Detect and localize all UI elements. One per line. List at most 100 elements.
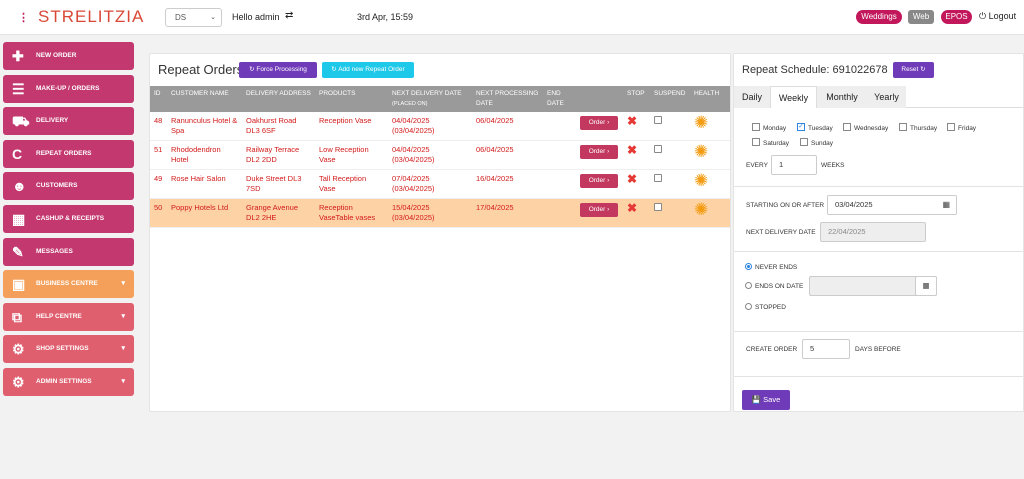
day-monday[interactable]: Monday [752, 123, 786, 133]
wednesday-checkbox[interactable] [843, 123, 851, 132]
divider [734, 331, 1024, 332]
weddings-button[interactable]: Weddings [856, 10, 902, 24]
sidebar-item-make-up-orders[interactable]: ☰ MAKE-UP / ORDERS [3, 74, 134, 103]
force-processing-button[interactable]: ↻ Force Processing [239, 62, 317, 78]
placed-on-date: (03/04/2025) [392, 184, 435, 193]
day-friday[interactable]: Friday [947, 123, 977, 133]
tab-monthly[interactable]: Monthly [817, 86, 867, 108]
epos-button[interactable]: EPOS [941, 10, 972, 24]
tuesday-checkbox-checked[interactable]: ✓ [797, 123, 805, 132]
refresh-icon: ↻ [920, 66, 926, 73]
order-button[interactable]: Order › [580, 203, 618, 217]
col-next-delivery-label: NEXT DELIVERY DATE [392, 90, 462, 97]
cell-customer[interactable]: Rhododendron Hotel [167, 140, 242, 170]
sidebar-item-cashup[interactable]: ▦ CASHUP & RECEIPTS [3, 204, 134, 233]
day-label: Friday [958, 125, 977, 132]
store-select[interactable]: DS ⌄ [165, 8, 222, 27]
sidebar-item-business-centre[interactable]: ▣ BUSINESS CENTRE ▾ [3, 270, 134, 299]
next-delivery-label: NEXT DELIVERY DATE [746, 229, 816, 236]
starting-date-input[interactable]: 03/04/2025 ▦ [827, 195, 957, 215]
tab-yearly[interactable]: Yearly [867, 86, 906, 108]
tab-daily[interactable]: Daily [734, 86, 770, 108]
saturday-checkbox[interactable] [752, 138, 760, 147]
logout-button[interactable]: ⏻ Logout [979, 11, 1016, 22]
shuffle-icon[interactable]: ⇄ [285, 10, 293, 21]
never-ends-radio[interactable] [745, 262, 752, 270]
stop-x-icon[interactable]: ✖ [627, 143, 637, 157]
col-health: HEALTH [690, 86, 730, 112]
calendar-icon[interactable]: ▦ [942, 196, 950, 214]
stopped-option[interactable]: STOPPED [745, 302, 786, 312]
tab-weekly[interactable]: Weekly [770, 86, 817, 108]
sidebar-item-admin-settings[interactable]: ⚙ ADMIN SETTINGS ▾ [3, 367, 134, 396]
col-next-processing: NEXT PROCESSING DATE [472, 86, 543, 112]
every-input[interactable]: 1 [771, 155, 817, 175]
cell-address: Oakhurst Road DL3 6SF [242, 112, 315, 141]
sidebar-item-repeat-orders[interactable]: C REPEAT ORDERS [3, 139, 134, 168]
cell-suspend [650, 169, 690, 199]
sidebar-item-delivery[interactable]: ⛟ DELIVERY [3, 107, 134, 136]
ends-on-radio[interactable] [745, 281, 752, 289]
schedule-tabs: Daily Weekly Monthly Yearly [734, 86, 1024, 108]
sidebar-item-shop-settings[interactable]: ⚙ SHOP SETTINGS ▾ [3, 335, 134, 364]
order-button[interactable]: Order › [580, 116, 618, 130]
edit-icon: ✎ [12, 243, 24, 260]
monday-checkbox[interactable] [752, 123, 760, 132]
day-tuesday[interactable]: ✓ Tuesday [797, 123, 833, 133]
divider [734, 186, 1024, 187]
sidebar-item-messages[interactable]: ✎ MESSAGES [3, 237, 134, 266]
cell-next-delivery: 04/04/2025 (03/04/2025) [388, 112, 472, 141]
order-label: Order [588, 206, 606, 213]
stop-x-icon[interactable]: ✖ [627, 201, 637, 215]
ends-on-option[interactable]: ENDS ON DATE [745, 281, 803, 291]
end-date-calendar-button[interactable]: ▦ [915, 276, 937, 296]
chevron-right-icon: › [607, 206, 610, 213]
order-label: Order [588, 148, 606, 155]
cell-customer[interactable]: Poppy Hotels Ltd [167, 198, 242, 228]
suspend-checkbox[interactable] [654, 116, 662, 124]
web-button[interactable]: Web [908, 10, 934, 24]
cell-customer[interactable]: Rose Hair Salon [167, 169, 242, 199]
col-next-delivery: NEXT DELIVERY DATE (PLACED ON) [388, 86, 472, 112]
caret-down-icon: ▾ [121, 377, 125, 385]
table-row-selected: 50 Poppy Hotels Ltd Grange Avenue DL2 2H… [150, 198, 730, 228]
stop-x-icon[interactable]: ✖ [627, 114, 637, 128]
sidebar-item-new-order[interactable]: ✚ NEW ORDER [3, 42, 134, 70]
cell-customer[interactable]: Ranunculus Hotel & Spa [167, 112, 242, 141]
kebab-icon[interactable]: ⋮ [18, 11, 29, 24]
stop-x-icon[interactable]: ✖ [627, 172, 637, 186]
calendar-icon: ▦ [922, 281, 930, 290]
sunday-checkbox[interactable] [800, 138, 808, 147]
suspend-checkbox[interactable] [654, 174, 662, 182]
sidebar-item-help-centre[interactable]: ⧉ HELP CENTRE ▾ [3, 302, 134, 331]
plus-icon: ✚ [12, 48, 24, 64]
save-button[interactable]: 💾 Save [742, 390, 790, 410]
day-wednesday[interactable]: Wednesday [843, 123, 888, 133]
force-processing-label: Force Processing [256, 66, 307, 73]
briefcase-icon: ▣ [12, 276, 26, 293]
create-order-input[interactable]: 5 [802, 339, 850, 359]
suspend-checkbox[interactable] [654, 145, 662, 153]
day-sunday[interactable]: Sunday [800, 138, 833, 148]
gear-icon: ⚙ [12, 341, 25, 358]
order-button[interactable]: Order › [580, 174, 618, 188]
datetime: 3rd Apr, 15:59 [357, 12, 414, 22]
friday-checkbox[interactable] [947, 123, 955, 132]
next-delivery-date: 15/04/2025 [392, 203, 430, 212]
reset-button[interactable]: Reset ↻ [893, 62, 934, 78]
never-ends-option[interactable]: NEVER ENDS [745, 262, 797, 272]
stopped-radio[interactable] [745, 302, 752, 310]
cell-suspend [650, 112, 690, 141]
day-saturday[interactable]: Saturday [752, 138, 789, 148]
cell-health: ✺ [690, 169, 730, 199]
order-button[interactable]: Order › [580, 145, 618, 159]
starting-label: STARTING ON OR AFTER [746, 202, 825, 209]
add-repeat-order-button[interactable]: ↻ Add new Repeat Order [322, 62, 414, 78]
cell-end-date [543, 140, 576, 170]
sidebar-item-customers[interactable]: ☻ CUSTOMERS [3, 172, 134, 201]
thursday-checkbox[interactable] [899, 123, 907, 132]
truck-icon: ⛟ [12, 113, 30, 130]
suspend-checkbox[interactable] [654, 203, 662, 211]
table-row: 48 Ranunculus Hotel & Spa Oakhurst Road … [150, 112, 730, 141]
day-thursday[interactable]: Thursday [899, 123, 937, 133]
